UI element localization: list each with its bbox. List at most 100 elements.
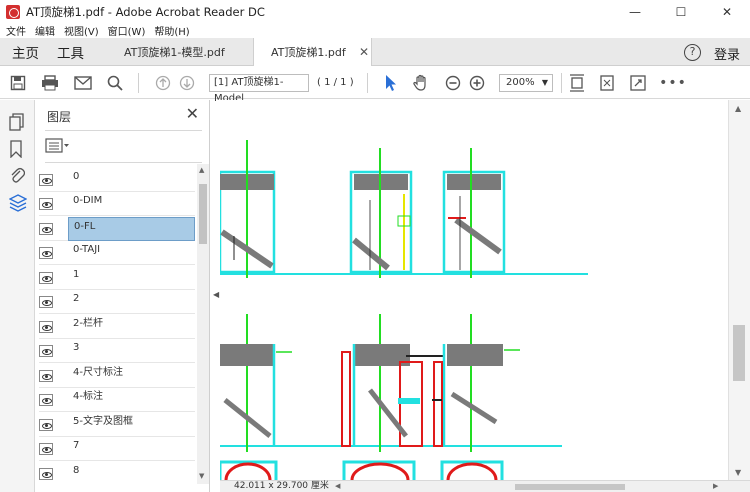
attachment-icon[interactable] [9, 166, 27, 184]
visibility-eye-icon[interactable] [39, 247, 53, 259]
hand-tool-icon[interactable] [411, 73, 431, 93]
scrollbar-thumb[interactable] [733, 325, 745, 381]
minimize-button[interactable]: — [612, 0, 658, 23]
close-panel-icon[interactable]: ✕ [186, 104, 199, 123]
visibility-eye-icon[interactable] [39, 272, 53, 284]
layer-row-4-annotations[interactable]: 4-标注 [39, 388, 195, 412]
scroll-up-icon[interactable]: ▲ [735, 104, 741, 113]
layer-label: 8 [73, 465, 80, 476]
stair-section-top-right [442, 148, 506, 278]
menu-edit[interactable]: 编辑 [35, 23, 55, 38]
layer-row-0-dim[interactable]: 0-DIM [39, 192, 195, 216]
visibility-eye-icon[interactable] [39, 296, 53, 308]
stair-section-bottom-center [341, 314, 444, 452]
layer-row-5-text-frame[interactable]: 5-文字及图框 [39, 413, 195, 437]
more-options-icon[interactable]: ••• [659, 73, 686, 93]
visibility-eye-icon[interactable] [39, 345, 53, 357]
scroll-left-icon[interactable]: ◀ [335, 482, 340, 490]
layer-row-1[interactable]: 1 [39, 266, 195, 290]
layer-label: 4-尺寸标注 [73, 367, 123, 378]
visibility-eye-icon[interactable] [39, 223, 53, 235]
layer-row-2[interactable]: 2 [39, 290, 195, 314]
document-canvas[interactable] [220, 100, 728, 480]
menu-view[interactable]: 视图(V) [64, 23, 99, 38]
pages-icon[interactable] [9, 113, 27, 131]
scroll-down-icon[interactable]: ▼ [735, 468, 741, 477]
menu-window[interactable]: 窗口(W) [108, 23, 146, 38]
print-icon[interactable] [40, 73, 60, 93]
layer-row-0[interactable]: 0 [39, 168, 195, 192]
scrollbar-thumb[interactable] [515, 484, 625, 490]
visibility-eye-icon[interactable] [39, 394, 53, 406]
toolbar: [1] AT顶旋梯1-Model ( 1 / 1 ) 200% ▼ ••• [0, 67, 750, 104]
toolbar-separator [367, 73, 368, 93]
tab-home[interactable]: 主页 [12, 38, 39, 66]
layer-label: 1 [73, 269, 80, 280]
layer-row-0-fl[interactable]: 0-FL [39, 217, 195, 241]
next-page-icon[interactable] [177, 73, 197, 93]
doc-tab-label: AT顶旋梯1.pdf [271, 46, 346, 59]
visibility-eye-icon[interactable] [39, 468, 53, 480]
window-title: AT顶旋梯1.pdf - Adobe Acrobat Reader DC [26, 4, 265, 19]
zoom-out-icon[interactable] [443, 73, 463, 93]
signin-link[interactable]: 登录 [714, 44, 740, 63]
zoom-in-icon[interactable] [467, 73, 487, 93]
layers-panel: 图层 ✕ 0 0-DIM 0-FL 0-TAJI 1 2 2-栏杆 3 4-尺寸… [35, 100, 210, 492]
acrobat-app-icon [6, 4, 20, 19]
tab-bar: 主页 工具 AT顶旋梯1-模型.pdf AT顶旋梯1.pdf ✕ ? 登录 [0, 38, 750, 66]
chevron-down-icon: ▼ [541, 78, 548, 87]
zoom-value: 200% [506, 77, 535, 88]
visibility-eye-icon[interactable] [39, 443, 53, 455]
close-window-button[interactable]: ✕ [704, 0, 750, 23]
close-tab-icon[interactable]: ✕ [359, 45, 369, 59]
visibility-eye-icon[interactable] [39, 321, 53, 333]
scroll-right-icon[interactable]: ▶ [713, 482, 718, 490]
left-navigation-rail [0, 100, 35, 492]
visibility-eye-icon[interactable] [39, 174, 53, 186]
cad-drawing [220, 140, 588, 480]
document-vertical-scrollbar[interactable]: ▲ ▼ [728, 100, 750, 480]
page-number-field[interactable]: [1] AT顶旋梯1-Model [209, 74, 309, 104]
menu-file[interactable]: 文件 [6, 23, 26, 38]
layer-row-7[interactable]: 7 [39, 437, 195, 461]
help-icon[interactable]: ? [684, 44, 701, 61]
select-cursor-icon[interactable] [381, 73, 401, 93]
collapse-panel-arrow-icon[interactable]: ◀ [213, 290, 219, 299]
zoom-select[interactable]: 200% ▼ [499, 74, 553, 92]
layer-row-4-dimensions[interactable]: 4-尺寸标注 [39, 364, 195, 388]
layers-icon[interactable] [8, 194, 28, 212]
rotate-view-icon[interactable] [597, 73, 617, 93]
scrollbar-thumb[interactable] [199, 184, 207, 244]
visibility-eye-icon[interactable] [39, 419, 53, 431]
layer-list-scrollbar[interactable]: ▲ ▼ [197, 164, 209, 484]
tab-tools[interactable]: 工具 [57, 38, 84, 66]
visibility-eye-icon[interactable] [39, 198, 53, 210]
stair-section-bottom-right [432, 314, 520, 452]
visibility-eye-icon[interactable] [39, 370, 53, 382]
menu-bar: 文件 编辑 视图(V) 窗口(W) 帮助(H) [0, 23, 750, 38]
layer-row-0-taji[interactable]: 0-TAJI [39, 241, 195, 265]
doc-tab-active[interactable]: AT顶旋梯1.pdf ✕ [253, 38, 372, 66]
maximize-button[interactable]: ☐ [658, 0, 704, 23]
full-screen-icon[interactable] [628, 73, 648, 93]
spiral-plan-partial [220, 460, 504, 480]
previous-page-icon[interactable] [153, 73, 173, 93]
panel-divider [45, 162, 202, 163]
doc-tab-model[interactable]: AT顶旋梯1-模型.pdf [108, 38, 253, 66]
email-icon[interactable] [73, 73, 93, 93]
document-horizontal-scrollbar[interactable]: ◀ ▶ [335, 482, 730, 492]
search-icon[interactable] [105, 73, 125, 93]
layer-row-8[interactable]: 8 [39, 462, 195, 484]
save-icon[interactable] [8, 73, 28, 93]
layer-row-2-railing[interactable]: 2-栏杆 [39, 315, 195, 339]
menu-help[interactable]: 帮助(H) [154, 23, 189, 38]
scroll-down-icon[interactable]: ▼ [199, 472, 204, 480]
layer-label: 3 [73, 342, 80, 353]
layers-panel-title: 图层 [47, 110, 72, 124]
scroll-up-icon[interactable]: ▲ [199, 166, 204, 174]
bookmark-icon[interactable] [9, 140, 27, 159]
fit-page-icon[interactable] [567, 73, 587, 93]
title-bar: AT顶旋梯1.pdf - Adobe Acrobat Reader DC — ☐… [0, 0, 750, 23]
layer-options-icon[interactable] [45, 138, 71, 154]
layer-row-3[interactable]: 3 [39, 339, 195, 363]
